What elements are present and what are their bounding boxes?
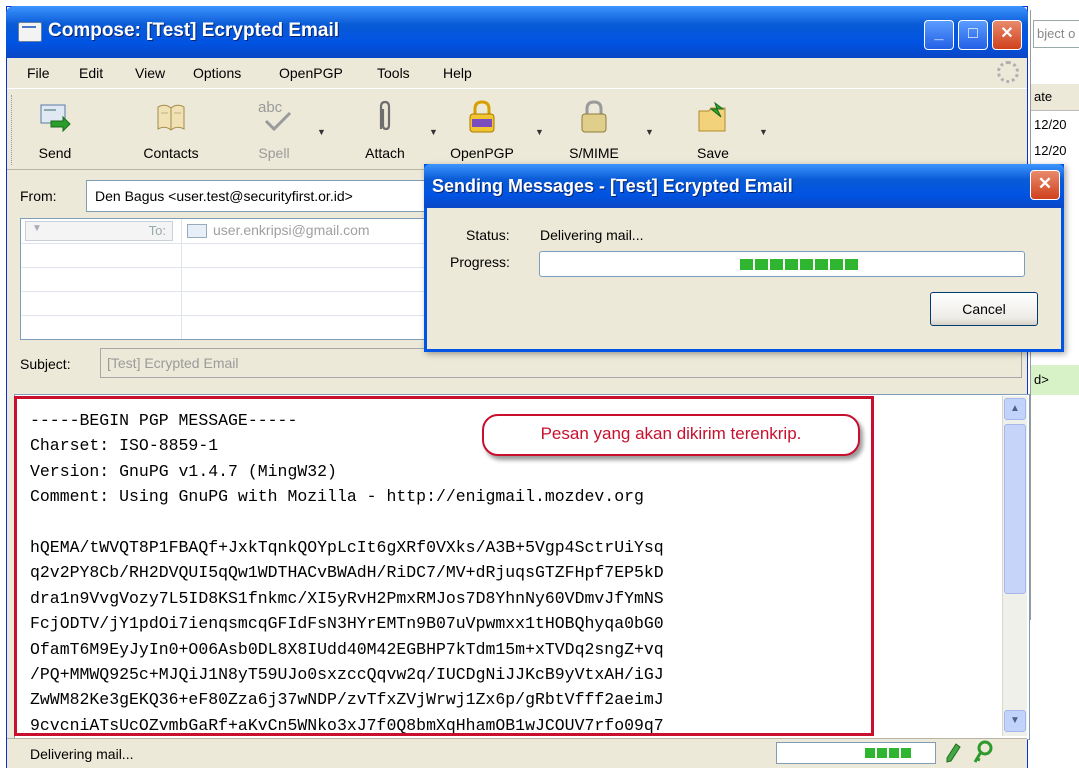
recipient-address[interactable]: user.enkripsi@gmail.com bbox=[187, 222, 370, 239]
background-list-item[interactable]: 12/20 bbox=[1031, 112, 1079, 138]
menubar: File Edit View Options OpenPGP Tools Hel… bbox=[7, 58, 1027, 88]
from-label: From: bbox=[20, 188, 57, 204]
compose-titlebar[interactable]: Compose: [Test] Ecrypted Email _ □ ✕ bbox=[6, 6, 1028, 58]
dialog-progress-label: Progress: bbox=[450, 254, 510, 270]
background-highlight-row: d> bbox=[1031, 365, 1079, 395]
dialog-status-value: Delivering mail... bbox=[540, 227, 644, 243]
status-text: Delivering mail... bbox=[30, 746, 134, 762]
menu-options[interactable]: Options bbox=[193, 65, 241, 81]
openpgp-dropdown-arrow-icon[interactable]: ▼ bbox=[535, 127, 544, 137]
background-date-column-header[interactable]: ate bbox=[1031, 84, 1079, 111]
scrollbar-thumb[interactable] bbox=[1004, 424, 1026, 594]
attach-dropdown-arrow-icon[interactable]: ▼ bbox=[429, 127, 438, 137]
menu-tools[interactable]: Tools bbox=[377, 65, 410, 81]
spell-check-icon: abc bbox=[258, 99, 292, 135]
key-icon bbox=[973, 740, 993, 763]
smime-button[interactable]: S/MIME ▼ bbox=[559, 93, 654, 167]
subject-label: Subject: bbox=[20, 356, 71, 372]
spell-button[interactable]: abc Spell ▼ bbox=[241, 93, 326, 167]
chevron-down-icon: ▼ bbox=[32, 223, 42, 234]
body-vertical-scrollbar[interactable]: ▲ ▼ bbox=[1002, 396, 1027, 736]
menu-file[interactable]: File bbox=[27, 65, 50, 81]
activity-throbber-icon bbox=[997, 61, 1019, 83]
spell-label: Spell bbox=[258, 145, 290, 161]
cancel-button[interactable]: Cancel bbox=[930, 292, 1038, 326]
save-folder-icon bbox=[698, 101, 726, 132]
attach-label: Attach bbox=[365, 145, 405, 161]
address-book-icon bbox=[157, 104, 185, 131]
save-dropdown-arrow-icon[interactable]: ▼ bbox=[759, 127, 768, 137]
pencil-icon bbox=[946, 743, 961, 763]
compose-toolbar: Send Contacts abc Spell ▼ Attach ▼ OpenP… bbox=[7, 88, 1027, 170]
contact-card-icon bbox=[187, 224, 207, 239]
dialog-status-label: Status: bbox=[466, 227, 510, 243]
dialog-titlebar[interactable]: Sending Messages - [Test] Ecrypted Email bbox=[424, 164, 1064, 208]
send-label: Send bbox=[38, 145, 72, 161]
background-search-input[interactable]: bject o bbox=[1033, 20, 1079, 48]
toolbar-grip[interactable] bbox=[11, 95, 15, 165]
recipient-type-label: To: bbox=[148, 223, 166, 238]
dialog-close-button[interactable]: ✕ bbox=[1030, 170, 1060, 200]
status-progress-fill bbox=[865, 748, 913, 758]
compose-window-icon bbox=[18, 22, 42, 42]
menu-edit[interactable]: Edit bbox=[79, 65, 103, 81]
scroll-up-arrow-icon[interactable]: ▲ bbox=[1004, 398, 1026, 420]
recipient-type-select[interactable]: ▼ To: bbox=[25, 221, 173, 241]
menu-view[interactable]: View bbox=[135, 65, 165, 81]
status-progress-bar bbox=[776, 742, 936, 764]
subject-input[interactable]: [Test] Ecrypted Email bbox=[100, 348, 1022, 378]
smime-dropdown-arrow-icon[interactable]: ▼ bbox=[645, 127, 654, 137]
maximize-button[interactable]: □ bbox=[958, 20, 988, 50]
annotation-callout: Pesan yang akan dikirim terenkrip. bbox=[482, 414, 860, 456]
send-button[interactable]: Send bbox=[27, 93, 83, 167]
close-button[interactable]: ✕ bbox=[992, 20, 1022, 50]
attach-button[interactable]: Attach ▼ bbox=[353, 93, 438, 167]
minimize-button[interactable]: _ bbox=[924, 20, 954, 50]
scroll-down-arrow-icon[interactable]: ▼ bbox=[1004, 710, 1026, 732]
recipient-column-divider bbox=[181, 219, 182, 339]
menu-openpgp[interactable]: OpenPGP bbox=[279, 65, 343, 81]
smime-label: S/MIME bbox=[569, 145, 619, 161]
save-label: Save bbox=[697, 145, 729, 161]
dialog-title: Sending Messages - [Test] Ecrypted Email bbox=[432, 176, 793, 196]
recipient-address-text: user.enkripsi@gmail.com bbox=[213, 222, 370, 238]
background-list-item[interactable]: 12/20 bbox=[1031, 138, 1079, 164]
dialog-progress-bar bbox=[539, 251, 1025, 277]
contacts-button[interactable]: Contacts bbox=[131, 93, 211, 167]
openpgp-label: OpenPGP bbox=[450, 145, 514, 161]
paperclip-icon bbox=[379, 100, 391, 131]
menu-help[interactable]: Help bbox=[443, 65, 472, 81]
contacts-label: Contacts bbox=[143, 145, 199, 161]
window-title: Compose: [Test] Ecrypted Email bbox=[48, 20, 340, 41]
spell-dropdown-arrow-icon[interactable]: ▼ bbox=[317, 127, 326, 137]
dialog-progress-fill bbox=[740, 259, 858, 270]
send-icon bbox=[40, 104, 71, 133]
openpgp-lock-icon bbox=[469, 100, 495, 133]
save-button[interactable]: Save ▼ bbox=[683, 93, 768, 167]
openpgp-button[interactable]: OpenPGP ▼ bbox=[443, 93, 544, 167]
padlock-icon bbox=[581, 100, 607, 133]
